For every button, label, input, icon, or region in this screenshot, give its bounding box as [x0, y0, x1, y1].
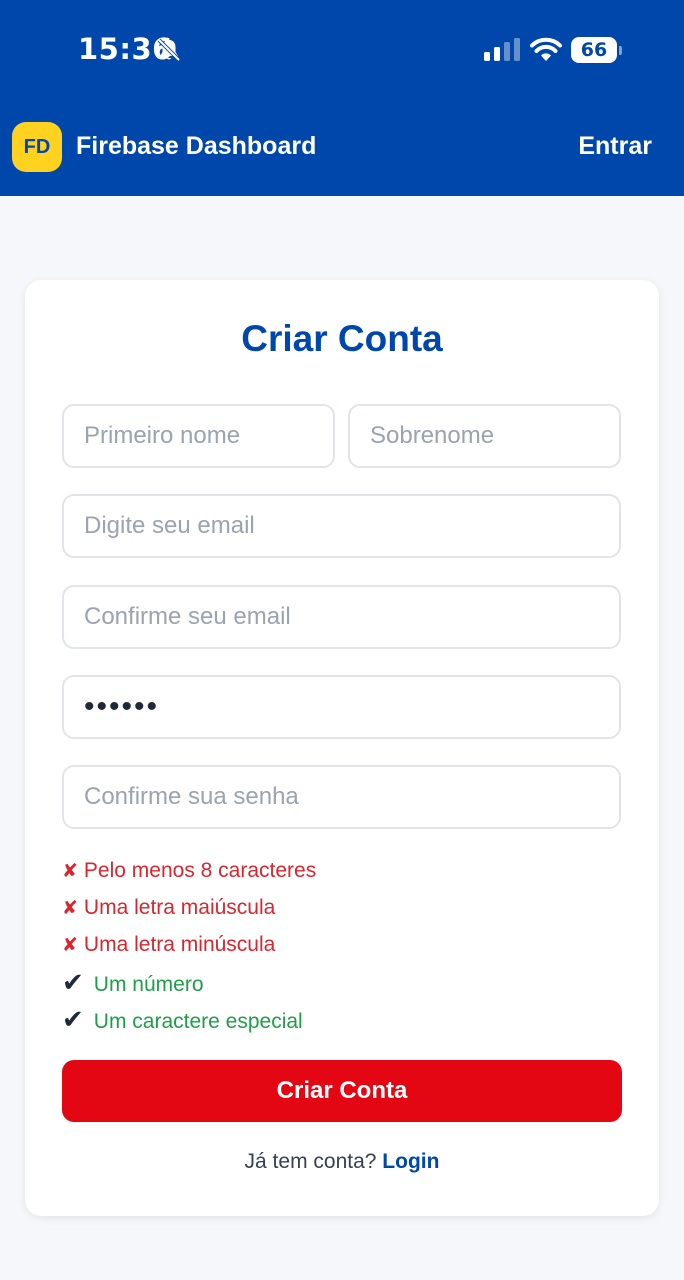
email-input[interactable]: Digite seu email: [62, 494, 621, 558]
cross-icon: ✘: [62, 935, 78, 956]
rule-number: ✔ Um número: [62, 967, 204, 997]
last-name-input[interactable]: Sobrenome: [348, 404, 621, 468]
confirm-email-input[interactable]: Confirme seu email: [62, 585, 621, 649]
status-bar: 15:36 66: [0, 0, 684, 100]
bell-slash-icon: [157, 38, 181, 62]
rule-label: Uma letra maiúscula: [83, 896, 276, 919]
rule-lowercase: ✘ Uma letra minúscula: [62, 930, 275, 960]
password-input[interactable]: ••••••: [62, 675, 621, 739]
app-title[interactable]: Firebase Dashboard: [76, 132, 316, 161]
form-title: Criar Conta: [241, 318, 443, 359]
rule-label: Um número: [93, 973, 204, 996]
check-icon: ✔: [62, 967, 84, 997]
first-name-input[interactable]: Primeiro nome: [62, 404, 335, 468]
rule-special-char: ✔ Um caractere especial: [62, 1004, 303, 1034]
header-login-link[interactable]: Entrar: [578, 132, 652, 161]
rule-min-length: ✘ Pelo menos 8 caracteres: [62, 856, 316, 886]
rule-label: Um caractere especial: [93, 1010, 303, 1033]
wifi-icon: [530, 37, 562, 61]
login-prompt-text: Já tem conta?: [244, 1150, 377, 1173]
cross-icon: ✘: [62, 898, 78, 919]
login-prompt: Já tem conta? Login: [0, 1150, 684, 1174]
rule-uppercase: ✘ Uma letra maiúscula: [62, 893, 275, 923]
app-header: 15:36 66 FD Firebase Dashboard Entrar: [0, 0, 684, 196]
battery-level: 66: [571, 37, 617, 63]
create-account-button[interactable]: Criar Conta: [62, 1060, 622, 1122]
cross-icon: ✘: [62, 861, 78, 882]
confirm-password-input[interactable]: Confirme sua senha: [62, 765, 621, 829]
rule-label: Uma letra minúscula: [83, 933, 276, 956]
signal-icon: [484, 38, 520, 61]
battery-tip: [619, 46, 622, 55]
login-link[interactable]: Login: [382, 1150, 439, 1173]
rule-label: Pelo menos 8 caracteres: [83, 859, 317, 882]
battery-icon: 66: [571, 37, 623, 63]
check-icon: ✔: [62, 1004, 84, 1034]
app-logo[interactable]: FD: [12, 122, 62, 172]
